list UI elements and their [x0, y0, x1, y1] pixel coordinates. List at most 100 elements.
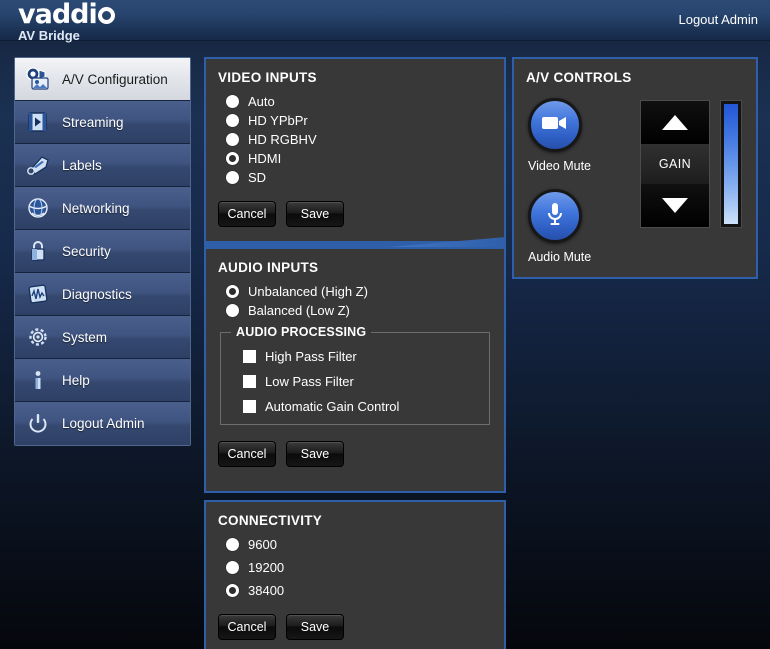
sidebar-item-label: Security	[62, 243, 111, 259]
connectivity-save-button[interactable]: Save	[286, 614, 344, 640]
logo-ring-icon	[97, 7, 115, 24]
video-cancel-button[interactable]: Cancel	[218, 201, 276, 227]
checkbox-automatic-gain-control[interactable]: Automatic Gain Control	[243, 399, 489, 414]
av-controls-body: Video Mute Audio Mute GAIN	[514, 94, 756, 269]
header-logout-link[interactable]: Logout Admin	[678, 12, 758, 27]
radio-label: 9600	[248, 537, 277, 552]
radio-label: 38400	[248, 583, 285, 598]
radio-indicator	[226, 133, 239, 146]
radio-indicator	[226, 561, 239, 574]
radio-indicator	[226, 114, 239, 127]
radio-label: SD	[248, 170, 267, 185]
audio-mute-block: Audio Mute	[528, 189, 591, 264]
globe-network-icon	[23, 194, 53, 222]
radio-audio-balanced[interactable]: Balanced (Low Z)	[226, 303, 504, 318]
product-name: AV Bridge	[18, 28, 80, 43]
tag-icon	[23, 151, 53, 179]
radio-label: Auto	[248, 94, 275, 109]
av-controls-title: A/V CONTROLS	[526, 70, 632, 85]
sidebar-item-label: Help	[62, 372, 90, 388]
lock-icon	[23, 237, 53, 265]
sidebar-item-diagnostics[interactable]: Diagnostics	[15, 273, 190, 316]
radio-label: Balanced (Low Z)	[248, 303, 350, 318]
video-mute-label: Video Mute	[528, 159, 592, 173]
gain-up-button[interactable]	[641, 101, 709, 144]
sidebar-nav: A/V Configuration Streaming Labels Netwo…	[14, 57, 191, 446]
audio-mute-button[interactable]	[528, 189, 582, 243]
microphone-icon	[545, 200, 565, 233]
sidebar-item-networking[interactable]: Networking	[15, 187, 190, 230]
checkbox-low-pass-filter[interactable]: Low Pass Filter	[243, 374, 489, 389]
video-inputs-panel: VIDEO INPUTS Auto HD YPbPr HD RGBHV HDMI…	[204, 57, 506, 243]
radio-video-sd[interactable]: SD	[226, 170, 504, 185]
connectivity-panel: CONNECTIVITY 9600 19200 38400 Cancel Sav…	[204, 500, 506, 649]
sidebar-item-label: Labels	[62, 157, 102, 173]
sidebar-item-label: Diagnostics	[62, 286, 132, 302]
radio-indicator-selected	[226, 285, 239, 298]
radio-video-hd-ypbpr[interactable]: HD YPbPr	[226, 113, 504, 128]
radio-indicator-selected	[226, 152, 239, 165]
logo-wordmark: vaddi	[18, 0, 98, 30]
sidebar-item-streaming[interactable]: Streaming	[15, 101, 190, 144]
sidebar-item-label: A/V Configuration	[62, 71, 168, 87]
radio-baud-9600[interactable]: 9600	[226, 537, 504, 552]
radio-audio-unbalanced[interactable]: Unbalanced (High Z)	[226, 284, 504, 299]
audio-processing-legend: AUDIO PROCESSING	[231, 325, 372, 339]
video-mute-button[interactable]	[528, 98, 582, 152]
video-mute-block: Video Mute	[528, 98, 591, 173]
audio-inputs-actions: Cancel Save	[218, 441, 504, 467]
audio-level-meter	[720, 100, 742, 228]
radio-baud-38400[interactable]: 38400	[226, 583, 504, 598]
brand-logo: vaddi AV Bridge	[18, 1, 115, 42]
info-icon	[23, 366, 53, 394]
audio-level-meter-fill	[724, 104, 738, 224]
film-play-icon	[23, 108, 53, 136]
sidebar-item-label: Logout Admin	[62, 416, 145, 431]
power-icon	[23, 410, 53, 438]
audio-inputs-panel: AUDIO INPUTS Unbalanced (High Z) Balance…	[204, 247, 506, 493]
checkbox-indicator	[243, 375, 256, 388]
radio-video-hdmi[interactable]: HDMI	[226, 151, 504, 166]
checkbox-indicator	[243, 350, 256, 363]
sidebar-item-av-configuration[interactable]: A/V Configuration	[15, 58, 190, 101]
radio-indicator	[226, 538, 239, 551]
video-inputs-title: VIDEO INPUTS	[218, 70, 317, 85]
radio-baud-19200[interactable]: 19200	[226, 560, 504, 575]
sidebar-item-system[interactable]: System	[15, 316, 190, 359]
gain-label: GAIN	[641, 144, 709, 184]
checkbox-label: Automatic Gain Control	[265, 399, 400, 414]
radio-label: HD YPbPr	[248, 113, 308, 128]
radio-indicator	[226, 304, 239, 317]
app-header: vaddi AV Bridge Logout Admin	[0, 0, 770, 42]
sidebar-item-label: System	[62, 329, 108, 345]
sidebar-item-logout[interactable]: Logout Admin	[15, 402, 190, 445]
triangle-down-icon	[662, 198, 688, 213]
audio-mute-label: Audio Mute	[528, 250, 592, 264]
radio-video-auto[interactable]: Auto	[226, 94, 504, 109]
sidebar-item-labels[interactable]: Labels	[15, 144, 190, 187]
av-controls-panel: A/V CONTROLS Video Mute Audio Mute GAIN	[512, 57, 758, 279]
checkbox-indicator	[243, 400, 256, 413]
connectivity-cancel-button[interactable]: Cancel	[218, 614, 276, 640]
audio-inputs-title: AUDIO INPUTS	[218, 260, 319, 275]
sidebar-item-help[interactable]: Help	[15, 359, 190, 402]
audio-cancel-button[interactable]: Cancel	[218, 441, 276, 467]
radio-indicator	[226, 95, 239, 108]
checkbox-label: Low Pass Filter	[265, 374, 354, 389]
checkbox-label: High Pass Filter	[265, 349, 357, 364]
connectivity-title: CONNECTIVITY	[218, 513, 323, 528]
video-save-button[interactable]: Save	[286, 201, 344, 227]
gear-icon	[23, 323, 53, 351]
radio-indicator-selected	[226, 584, 239, 597]
audio-save-button[interactable]: Save	[286, 441, 344, 467]
gain-down-button[interactable]	[641, 184, 709, 227]
camcorder-icon	[541, 114, 569, 137]
camera-monitor-icon	[23, 65, 53, 93]
video-inputs-actions: Cancel Save	[218, 201, 504, 227]
radio-label: Unbalanced (High Z)	[248, 284, 368, 299]
sidebar-item-security[interactable]: Security	[15, 230, 190, 273]
sidebar-item-label: Networking	[62, 200, 130, 216]
checkbox-high-pass-filter[interactable]: High Pass Filter	[243, 349, 489, 364]
audio-processing-fieldset: AUDIO PROCESSING High Pass Filter Low Pa…	[220, 325, 490, 425]
radio-video-hd-rgbhv[interactable]: HD RGBHV	[226, 132, 504, 147]
